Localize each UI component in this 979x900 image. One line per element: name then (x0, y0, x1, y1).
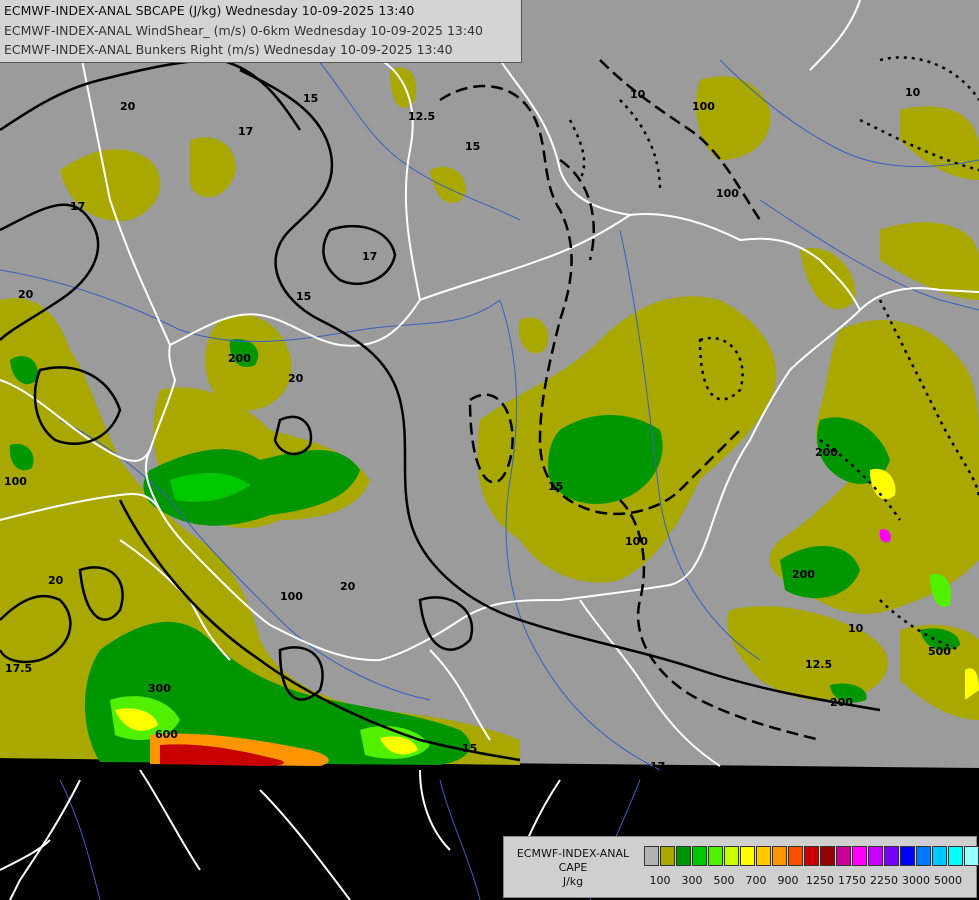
contour-label: 20 (120, 100, 136, 113)
contour-label: 15 (296, 290, 311, 303)
contour-label: 300 (148, 682, 171, 695)
legend-swatch (884, 846, 899, 866)
legend-swatch (900, 846, 915, 866)
legend-swatch (692, 846, 707, 866)
legend-swatch (868, 846, 883, 866)
contour-label: 15 (303, 92, 318, 105)
legend-tick-label: 1250 (806, 874, 834, 887)
legend-unit: J/kg (562, 875, 584, 888)
cape-legend: ECMWF-INDEX-ANAL CAPE J/kg 100 300 500 700 9… (503, 836, 979, 898)
legend-swatch (644, 846, 659, 866)
legend-swatch (932, 846, 947, 866)
legend-tick-labels: 100 300 500 700 900 1250 1750 2250 3000 5000 (644, 874, 974, 888)
legend-swatch (964, 846, 979, 866)
contour-label: 17.5 (5, 662, 32, 675)
legend-source: ECMWF-INDEX-ANAL (516, 847, 630, 860)
contour-label: 200 (228, 352, 251, 365)
header-title-bunkers: ECMWF-INDEX-ANAL Bunkers Right (m/s) Wed… (4, 42, 453, 57)
contour-label: 600 (155, 728, 178, 741)
contour-label: 20 (18, 288, 34, 301)
legend-tick-label: 300 (681, 874, 703, 887)
legend-swatch (916, 846, 931, 866)
legend-tick-label: 2250 (870, 874, 898, 887)
legend-swatch (852, 846, 867, 866)
legend-tick-label: 700 (745, 874, 767, 887)
contour-label: 20 (48, 574, 64, 587)
legend-swatch (772, 846, 787, 866)
legend-color-scale (644, 846, 979, 866)
contour-label: 200 (830, 696, 853, 709)
contour-label: 20 (340, 580, 356, 593)
contour-label: 100 (692, 100, 715, 113)
contour-label: 10 (630, 88, 646, 101)
contour-label: 20 (288, 372, 304, 385)
map-header: ECMWF-INDEX-ANAL SBCAPE (J/kg) Wednesday… (0, 0, 522, 63)
contour-label: 200 (815, 446, 838, 459)
legend-title: ECMWF-INDEX-ANAL CAPE J/kg (508, 847, 638, 889)
legend-swatch (740, 846, 755, 866)
contour-label: 17 (362, 250, 377, 263)
legend-tick-label: 3000 (902, 874, 930, 887)
contour-label: 100 (625, 535, 648, 548)
contour-label: 500 (928, 645, 951, 658)
legend-swatch (948, 846, 963, 866)
legend-tick-label: 5000 (934, 874, 962, 887)
contour-label: 10 (905, 86, 921, 99)
contour-label: 100 (716, 187, 739, 200)
legend-field: CAPE (558, 861, 588, 874)
contour-label: 15 (548, 480, 563, 493)
legend-swatch (788, 846, 803, 866)
contour-label: 17 (238, 125, 253, 138)
map-canvas: 20 17 15 12.5 10 10 15 17 15 20 20 20 20… (0, 0, 979, 900)
legend-swatch (708, 846, 723, 866)
contour-label: 100 (280, 590, 303, 603)
legend-swatch (724, 846, 739, 866)
contour-label: 100 (4, 475, 27, 488)
legend-swatch (804, 846, 819, 866)
legend-swatch (660, 846, 675, 866)
legend-tick-label: 500 (713, 874, 735, 887)
contour-label: 17 (70, 200, 85, 213)
contour-label: 200 (792, 568, 815, 581)
legend-tick-label: 900 (777, 874, 799, 887)
legend-swatch (756, 846, 771, 866)
legend-swatch (836, 846, 851, 866)
contour-label: 10 (848, 622, 864, 635)
header-title-sbcape: ECMWF-INDEX-ANAL SBCAPE (J/kg) Wednesday… (4, 3, 415, 18)
contour-label: 17 (650, 760, 665, 773)
contour-label: 12.5 (805, 658, 832, 671)
legend-tick-label: 100 (649, 874, 671, 887)
legend-swatch (676, 846, 691, 866)
contour-label: 15 (462, 742, 477, 755)
contour-label: 15 (465, 140, 480, 153)
header-title-windshear: ECMWF-INDEX-ANAL WindShear_ (m/s) 0-6km … (4, 23, 483, 38)
legend-tick-label: 1750 (838, 874, 866, 887)
legend-swatch (820, 846, 835, 866)
contour-label: 12.5 (408, 110, 435, 123)
